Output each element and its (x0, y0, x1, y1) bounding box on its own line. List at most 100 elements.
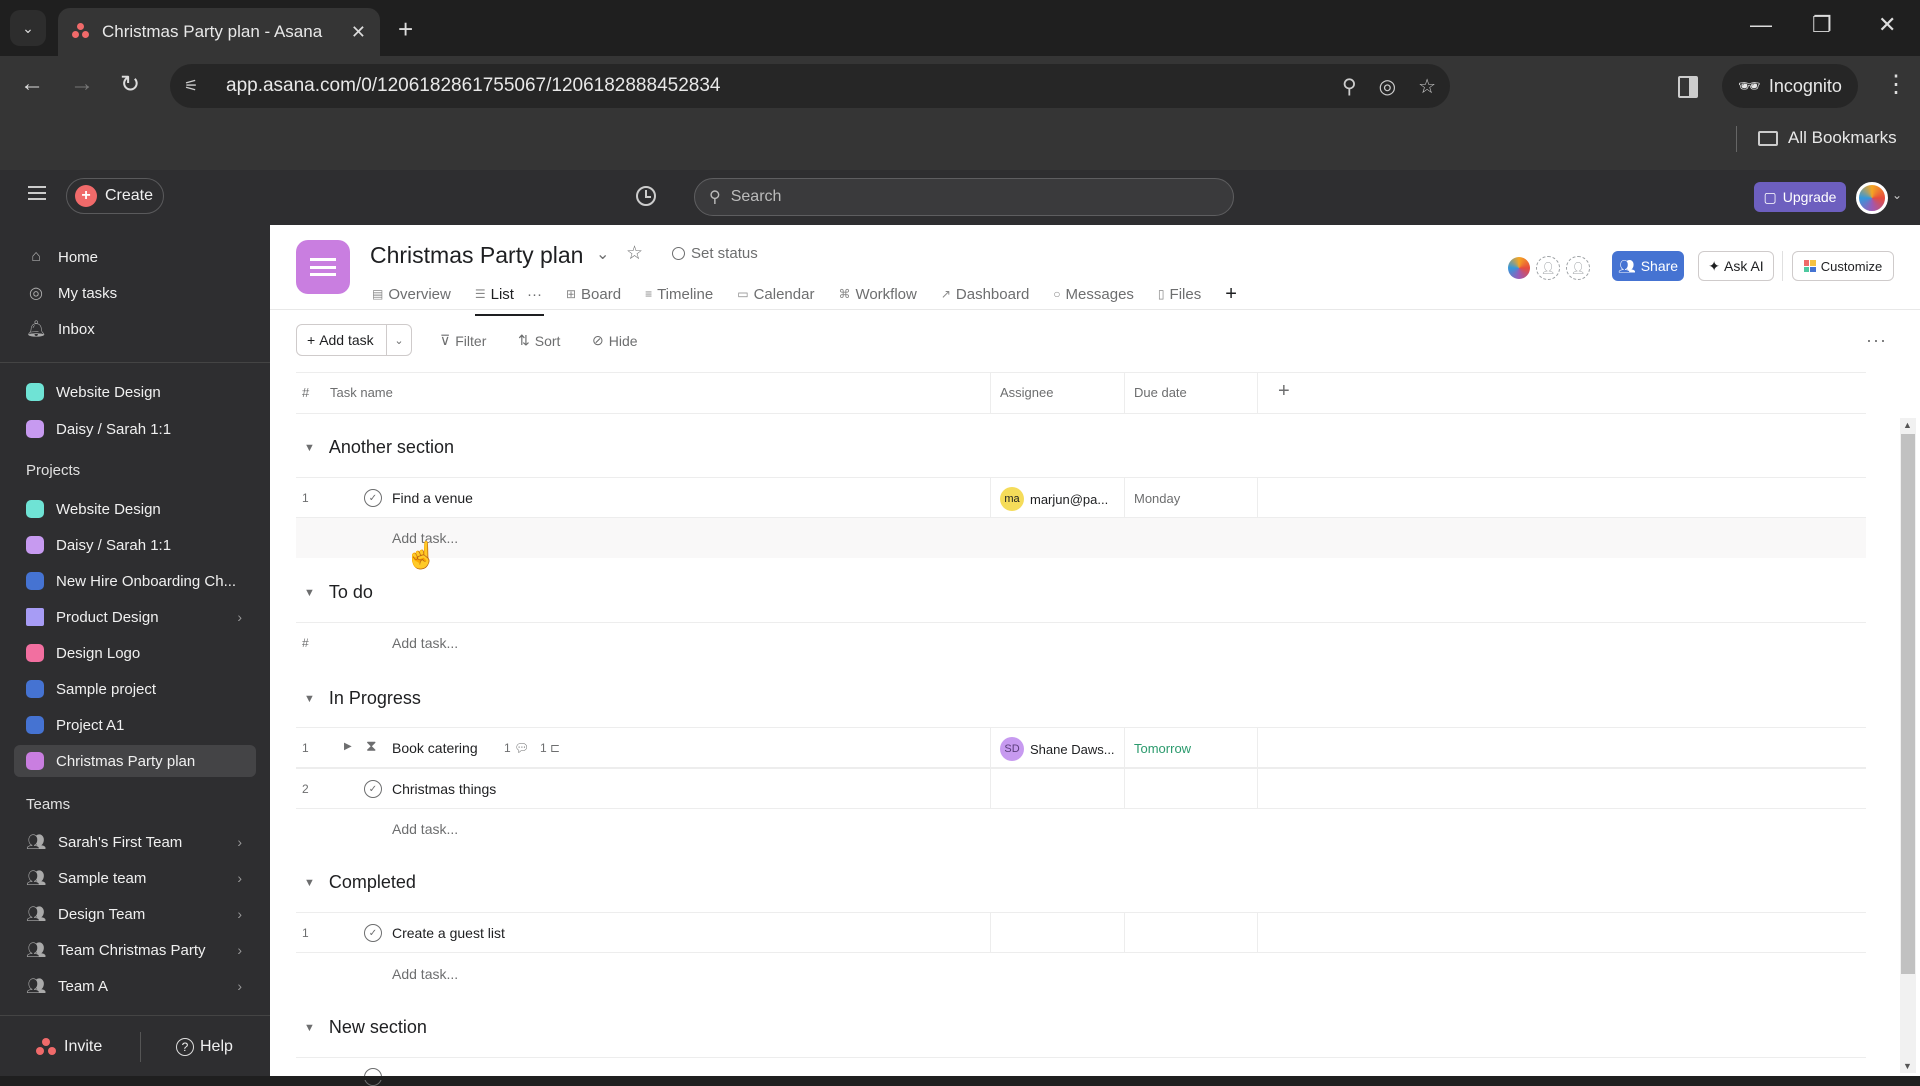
close-tab-icon[interactable]: ✕ (351, 22, 366, 43)
sidebar-team-design[interactable]: 👥︎ Design Team › (26, 899, 256, 929)
tab-list[interactable]: ☰ List ··· (474, 280, 545, 316)
all-bookmarks-button[interactable]: All Bookmarks (1758, 128, 1897, 148)
browser-tab[interactable]: Christmas Party plan - Asana ✕ (58, 8, 380, 56)
sidebar-favorite-website-design[interactable]: Website Design (26, 377, 256, 407)
sidebar-team-a[interactable]: 👥︎ Team A › (26, 971, 256, 1001)
project-title[interactable]: Christmas Party plan (370, 242, 583, 269)
scrollbar[interactable]: ▲ ▼ (1900, 418, 1916, 1073)
add-column-icon[interactable]: + (1278, 380, 1290, 403)
tab-calendar[interactable]: ▭ Calendar (737, 280, 814, 308)
task-name[interactable]: Create a guest list (392, 925, 505, 941)
caret-down-icon[interactable]: ▼ (304, 587, 315, 599)
incognito-badge[interactable]: 🕶 Incognito (1722, 64, 1858, 108)
complete-check-icon[interactable]: ✓ (364, 489, 382, 507)
more-options-icon[interactable]: ··· (1866, 330, 1887, 351)
sidebar-item-inbox[interactable]: 🔔︎ Inbox (26, 314, 256, 344)
sidebar-project-christmas-party[interactable]: Christmas Party plan (14, 745, 256, 777)
add-task-inline[interactable]: Add task... (392, 635, 458, 651)
section-header[interactable]: ▼ In Progress (304, 688, 421, 709)
project-list-icon[interactable] (296, 240, 350, 294)
scrollbar-thumb[interactable] (1901, 434, 1915, 974)
search-input[interactable]: ⚲ Search (694, 178, 1234, 216)
column-task-name[interactable]: Task name (330, 385, 393, 400)
subtask-count[interactable]: 1 ⊏ (540, 741, 560, 755)
tab-board[interactable]: ⊞ Board (566, 280, 621, 308)
member-placeholder-icon[interactable]: 👤︎ (1536, 256, 1560, 280)
sidebar-team-christmas-party[interactable]: 👥︎ Team Christmas Party › (26, 935, 256, 965)
ask-ai-button[interactable]: ✦ Ask AI (1698, 251, 1774, 281)
sidebar-project-sample[interactable]: Sample project (26, 674, 256, 704)
caret-down-icon[interactable]: ▼ (304, 442, 315, 454)
add-task-main[interactable]: + Add task (297, 325, 387, 355)
sidebar-project-daisy-sarah[interactable]: Daisy / Sarah 1:1 (26, 530, 256, 560)
section-title[interactable]: Completed (329, 872, 416, 893)
side-panel-icon[interactable] (1678, 76, 1698, 98)
help-button[interactable]: ? Help (176, 1038, 233, 1056)
table-row[interactable]: 1 ✓ Create a guest list (296, 912, 1866, 953)
section-header[interactable]: ▼ To do (304, 582, 373, 603)
scroll-down-icon[interactable]: ▼ (1903, 1061, 1912, 1071)
table-row[interactable]: 2 ✓ Christmas things (296, 768, 1866, 809)
site-settings-icon[interactable]: ⚟ (184, 76, 214, 96)
due-date[interactable]: Monday (1134, 491, 1180, 506)
sidebar-item-my-tasks[interactable]: ◎ My tasks (26, 278, 256, 308)
add-task-button[interactable]: + Add task ⌄ (296, 324, 412, 356)
task-name[interactable]: Christmas things (392, 781, 496, 797)
tab-messages[interactable]: ○ Messages (1053, 280, 1134, 308)
set-status-button[interactable]: Set status (672, 245, 758, 262)
caret-down-icon[interactable]: ▼ (304, 877, 315, 889)
sidebar-team-sample[interactable]: 👥︎ Sample team › (26, 863, 256, 893)
bookmark-star-icon[interactable]: ☆ (1418, 74, 1436, 99)
address-bar[interactable]: ⚟ app.asana.com/0/1206182861755067/12061… (170, 64, 1450, 108)
complete-check-icon[interactable]: ✓ (364, 924, 382, 942)
tab-timeline[interactable]: ≡ Timeline (645, 280, 713, 308)
sidebar-project-design-logo[interactable]: Design Logo (26, 638, 256, 668)
browser-menu-icon[interactable]: ⋮ (1884, 70, 1908, 99)
add-task-inline[interactable]: Add task... (392, 821, 458, 837)
add-task-dropdown-icon[interactable]: ⌄ (387, 334, 411, 347)
section-header[interactable]: ▼ Another section (304, 437, 454, 458)
due-date[interactable]: Tomorrow (1134, 741, 1191, 756)
column-due-date[interactable]: Due date (1134, 385, 1187, 400)
sidebar-team-sarahs-first[interactable]: 👥︎ Sarah's First Team › (26, 827, 256, 857)
hide-button[interactable]: ⊘ Hide (592, 332, 638, 349)
upgrade-button[interactable]: ▢ Upgrade (1754, 182, 1846, 212)
caret-down-icon[interactable]: ▼ (304, 1022, 315, 1034)
reload-icon[interactable]: ↻ (120, 70, 140, 99)
chevron-right-icon[interactable]: › (237, 834, 242, 850)
member-placeholder-icon[interactable]: 👤︎ (1566, 256, 1590, 280)
chevron-right-icon[interactable]: › (237, 978, 242, 994)
filter-button[interactable]: ⊽ Filter (440, 332, 486, 349)
sort-button[interactable]: ⇅ Sort (518, 332, 560, 349)
task-name[interactable]: Find a venue (392, 490, 473, 506)
tab-overview[interactable]: ▤ Overview (372, 280, 451, 308)
chevron-right-icon[interactable]: › (237, 609, 242, 625)
section-title[interactable]: New section (329, 1017, 427, 1038)
favorite-star-icon[interactable]: ☆ (626, 242, 643, 265)
user-avatar[interactable] (1856, 182, 1888, 214)
tab-search-button[interactable]: ⌄ (10, 10, 46, 46)
section-header[interactable]: ▼ New section (304, 1017, 427, 1038)
section-header[interactable]: ▼ Completed (304, 872, 416, 893)
zoom-icon[interactable]: ⚲ (1342, 74, 1357, 99)
hourglass-icon[interactable]: ⧗ (366, 738, 377, 755)
section-title[interactable]: Another section (329, 437, 454, 458)
back-icon[interactable]: ← (20, 70, 44, 98)
chevron-down-icon[interactable]: ⌄ (1892, 188, 1902, 202)
sidebar-project-website-design[interactable]: Website Design (26, 494, 256, 524)
forward-icon[interactable]: → (70, 70, 94, 98)
project-menu-chevron-icon[interactable]: ⌄ (596, 244, 609, 264)
history-icon[interactable] (636, 186, 656, 206)
share-button[interactable]: 👥︎ Share (1612, 251, 1684, 281)
assignee-cell[interactable]: SD Shane Daws... (1000, 737, 1115, 761)
add-task-inline[interactable]: Add task... (392, 966, 458, 982)
new-tab-button[interactable]: + (398, 14, 413, 45)
sidebar-project-new-hire[interactable]: New Hire Onboarding Ch... (26, 566, 256, 596)
tab-dashboard[interactable]: ↗ Dashboard (941, 280, 1029, 308)
sidebar-toggle-icon[interactable] (28, 186, 46, 200)
table-row[interactable]: 1 ▶ ⧗ Book catering 1 💬︎ 1 ⊏ SD Shane Daw… (296, 727, 1866, 768)
column-assignee[interactable]: Assignee (1000, 385, 1053, 400)
caret-down-icon[interactable]: ▼ (304, 693, 315, 705)
invite-button[interactable]: Invite (36, 1038, 102, 1056)
comment-count[interactable]: 1 💬︎ (504, 741, 529, 755)
